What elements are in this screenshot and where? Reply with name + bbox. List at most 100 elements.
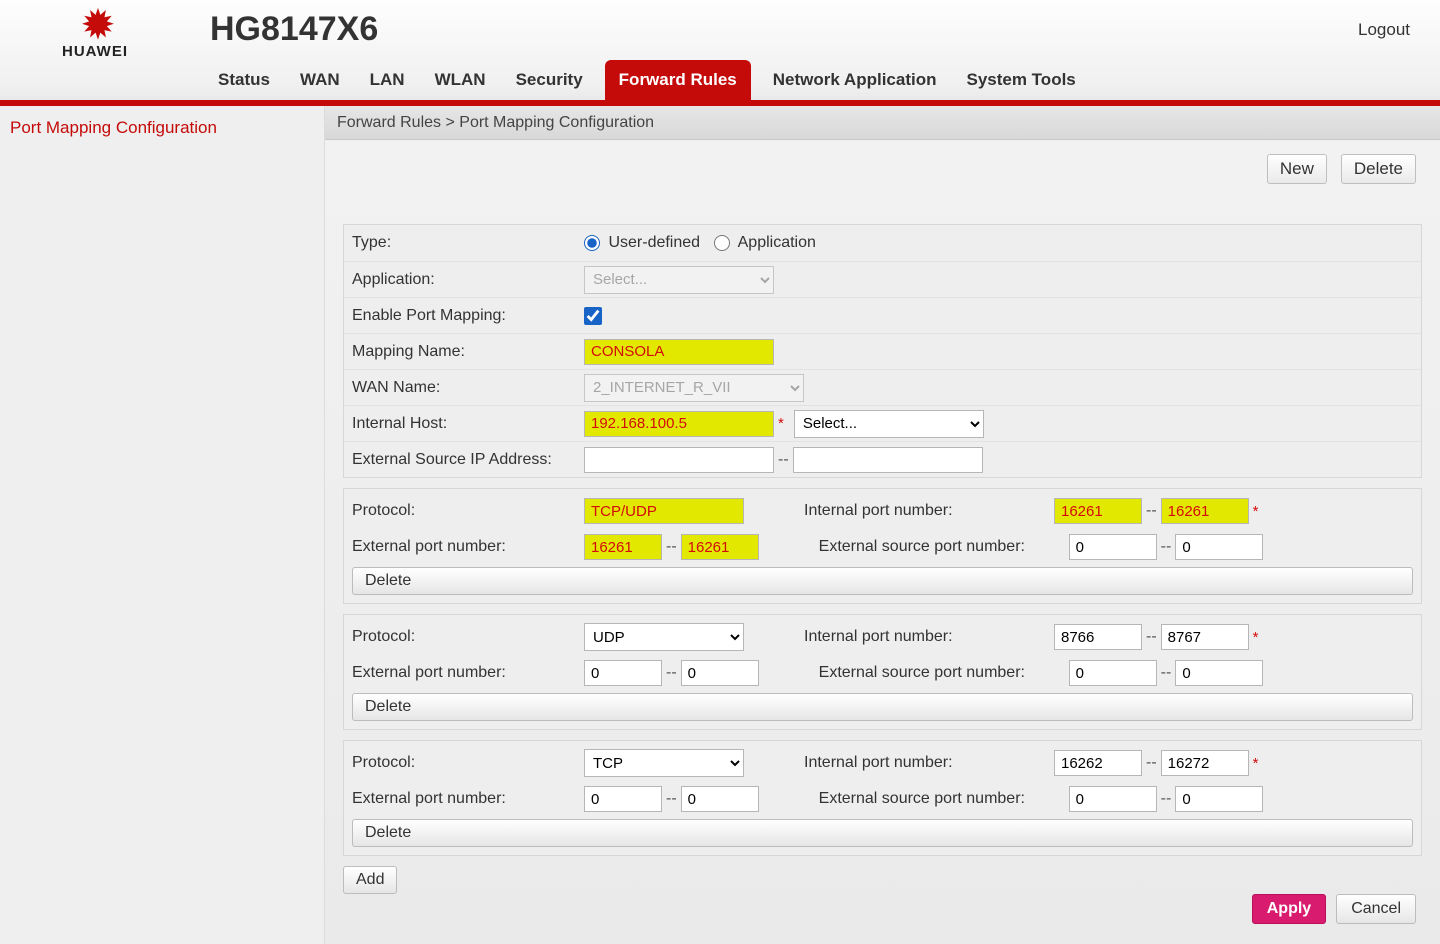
internal-port-end-input[interactable]	[1161, 498, 1249, 524]
delete-rule-button[interactable]: Delete	[352, 567, 1413, 595]
mapping-name-input[interactable]	[584, 339, 774, 365]
dash-icon: --	[1146, 502, 1157, 520]
port-rule-2: Protocol: TCP Internal port number: -- *…	[343, 740, 1422, 856]
port-rule-0: Protocol: Internal port number: -- * Ext…	[343, 488, 1422, 604]
external-src-port-label: External source port number:	[819, 664, 1069, 682]
delete-rule-button[interactable]: Delete	[352, 819, 1413, 847]
external-src-port-end-input[interactable]	[1175, 534, 1263, 560]
external-src-port-label: External source port number:	[819, 790, 1069, 808]
internal-host-label: Internal Host:	[352, 415, 584, 433]
sidebar: Port Mapping Configuration	[0, 106, 325, 944]
enable-port-mapping-checkbox[interactable]	[584, 307, 602, 325]
mapping-name-label: Mapping Name:	[352, 343, 584, 361]
nav-lan[interactable]: LAN	[362, 62, 413, 100]
wan-name-select: 2_INTERNET_R_VII	[584, 374, 804, 402]
dash-icon: --	[666, 664, 677, 682]
internal-port-label: Internal port number:	[804, 502, 1054, 520]
required-star: *	[1253, 503, 1259, 520]
huawei-petal-icon: ✹	[20, 5, 170, 45]
header: ✹ HUAWEI HG8147X6 Logout Status WAN LAN WLA…	[0, 0, 1440, 100]
type-application-input[interactable]	[714, 235, 730, 251]
general-section: Type: User-defined Application Applicati…	[343, 224, 1422, 478]
dash-icon: --	[1161, 790, 1172, 808]
external-src-port-end-input[interactable]	[1175, 660, 1263, 686]
protocol-label: Protocol:	[352, 502, 584, 520]
model-title: HG8147X6	[210, 10, 378, 49]
application-label: Application:	[352, 271, 584, 289]
external-src-port-end-input[interactable]	[1175, 786, 1263, 812]
type-application-radio[interactable]: Application	[714, 234, 816, 252]
dash-icon: --	[666, 538, 677, 556]
main-nav: Status WAN LAN WLAN Security Forward Rules Net…	[210, 62, 1084, 100]
wan-name-label: WAN Name:	[352, 379, 584, 397]
content-toolbar: New Delete	[1267, 154, 1416, 184]
content: Forward Rules > Port Mapping Configurati…	[325, 106, 1440, 944]
delete-button[interactable]: Delete	[1341, 154, 1416, 184]
ext-src-ip-end-input[interactable]	[793, 447, 983, 473]
protocol-label: Protocol:	[352, 754, 584, 772]
internal-host-select[interactable]: Select...	[794, 410, 984, 438]
internal-port-end-input[interactable]	[1161, 624, 1249, 650]
protocol-select[interactable]: UDP	[584, 623, 744, 651]
breadcrumb: Forward Rules > Port Mapping Configurati…	[325, 106, 1440, 140]
internal-port-label: Internal port number:	[804, 628, 1054, 646]
type-user-defined-input[interactable]	[584, 235, 600, 251]
nav-wan[interactable]: WAN	[292, 62, 348, 100]
type-user-defined-radio[interactable]: User-defined	[584, 234, 700, 252]
external-src-port-label: External source port number:	[819, 538, 1069, 556]
dash-icon: --	[1161, 664, 1172, 682]
internal-host-input[interactable]	[584, 411, 774, 437]
dash-icon: --	[1146, 754, 1157, 772]
delete-rule-button[interactable]: Delete	[352, 693, 1413, 721]
external-port-label: External port number:	[352, 790, 584, 808]
ext-src-ip-start-input[interactable]	[584, 447, 774, 473]
nav-wlan[interactable]: WLAN	[427, 62, 494, 100]
cancel-button[interactable]: Cancel	[1336, 894, 1416, 924]
external-port-start-input[interactable]	[584, 534, 662, 560]
external-port-end-input[interactable]	[681, 786, 759, 812]
nav-status[interactable]: Status	[210, 62, 278, 100]
dash-icon: --	[1146, 628, 1157, 646]
apply-button[interactable]: Apply	[1252, 894, 1326, 924]
protocol-input[interactable]	[584, 498, 744, 524]
external-port-label: External port number:	[352, 538, 584, 556]
add-button[interactable]: Add	[343, 866, 397, 894]
port-rule-1: Protocol: UDP Internal port number: -- *…	[343, 614, 1422, 730]
internal-port-start-input[interactable]	[1054, 498, 1142, 524]
external-src-port-start-input[interactable]	[1069, 534, 1157, 560]
required-star: *	[1253, 629, 1259, 646]
nav-network-application[interactable]: Network Application	[765, 62, 945, 100]
internal-port-start-input[interactable]	[1054, 750, 1142, 776]
ext-src-ip-label: External Source IP Address:	[352, 451, 584, 469]
dash-icon: --	[666, 790, 677, 808]
internal-port-start-input[interactable]	[1054, 624, 1142, 650]
enable-label: Enable Port Mapping:	[352, 307, 584, 325]
footer-actions: Apply Cancel	[1252, 894, 1416, 924]
required-star: *	[1253, 755, 1259, 772]
application-select: Select...	[584, 266, 774, 294]
logout-link[interactable]: Logout	[1358, 20, 1410, 40]
sidebar-item-port-mapping[interactable]: Port Mapping Configuration	[0, 112, 324, 144]
required-star: *	[778, 415, 784, 432]
nav-system-tools[interactable]: System Tools	[958, 62, 1083, 100]
brand-text: HUAWEI	[20, 43, 170, 60]
protocol-label: Protocol:	[352, 628, 584, 646]
new-button[interactable]: New	[1267, 154, 1327, 184]
brand-logo: ✹ HUAWEI	[20, 5, 170, 60]
type-label: Type:	[352, 234, 584, 252]
external-src-port-start-input[interactable]	[1069, 660, 1157, 686]
external-port-end-input[interactable]	[681, 534, 759, 560]
internal-port-label: Internal port number:	[804, 754, 1054, 772]
external-port-start-input[interactable]	[584, 660, 662, 686]
nav-security[interactable]: Security	[508, 62, 591, 100]
protocol-select[interactable]: TCP	[584, 749, 744, 777]
internal-port-end-input[interactable]	[1161, 750, 1249, 776]
nav-forward-rules[interactable]: Forward Rules	[605, 60, 751, 100]
main-area: Port Mapping Configuration Forward Rules…	[0, 106, 1440, 944]
external-port-start-input[interactable]	[584, 786, 662, 812]
external-src-port-start-input[interactable]	[1069, 786, 1157, 812]
external-port-end-input[interactable]	[681, 660, 759, 686]
external-port-label: External port number:	[352, 664, 584, 682]
dash-icon: --	[1161, 538, 1172, 556]
dash-icon: --	[778, 451, 789, 469]
